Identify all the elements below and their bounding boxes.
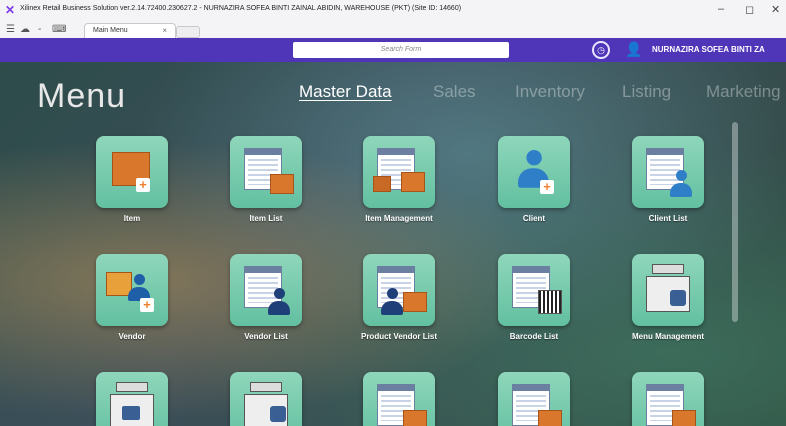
tile-client-list[interactable]: Client List xyxy=(628,136,708,223)
tile-item-list[interactable]: Item List xyxy=(226,136,306,223)
tab-marketing[interactable]: Marketing xyxy=(706,82,781,102)
tile-row3-3[interactable] xyxy=(359,372,439,426)
tab-master-data[interactable]: Master Data xyxy=(299,82,392,102)
window-title: Xilinex Retail Business Solution ver.2.1… xyxy=(20,5,462,12)
clock-icon[interactable]: ◷ xyxy=(592,41,610,59)
tab-row: ☰ ☁ - ⌨ Main Menu × xyxy=(0,22,786,39)
tile-label: Menu Management xyxy=(631,332,704,341)
item-list-box-icon xyxy=(632,372,704,426)
tile-row3-1[interactable] xyxy=(92,372,172,426)
vendor-list-icon xyxy=(230,254,302,326)
search-form-input[interactable]: Search Form xyxy=(293,42,509,58)
barcode-list-icon xyxy=(498,254,570,326)
tile-label: Product Vendor List xyxy=(360,332,437,341)
user-name[interactable]: NURNAZIRA SOFEA BINTI ZA xyxy=(652,45,765,54)
tile-row3-5[interactable] xyxy=(628,372,708,426)
tile-label: Item xyxy=(123,214,141,223)
tab-inventory[interactable]: Inventory xyxy=(515,82,585,102)
register-settings-icon xyxy=(230,372,302,426)
tab-label: Main Menu xyxy=(93,27,128,34)
tab-listing[interactable]: Listing xyxy=(622,82,671,102)
client-list-icon xyxy=(632,136,704,208)
tile-client[interactable]: + Client xyxy=(494,136,574,223)
tile-row3-2[interactable] xyxy=(226,372,306,426)
page-title: Menu xyxy=(37,77,127,115)
tab-sales[interactable]: Sales xyxy=(433,82,476,102)
user-avatar-icon[interactable]: 👤 xyxy=(625,41,642,58)
tile-label: Client xyxy=(522,214,546,223)
app-logo-icon: ✕ xyxy=(5,3,16,17)
close-button[interactable]: ✕ xyxy=(771,3,780,16)
hamburger-menu-icon[interactable]: ☰ xyxy=(6,24,15,35)
tab-main-menu[interactable]: Main Menu × xyxy=(84,23,176,39)
tab-close-icon[interactable]: × xyxy=(162,26,167,35)
tile-label: Vendor List xyxy=(244,332,288,341)
item-list-icon xyxy=(230,136,302,208)
tile-row3-4[interactable] xyxy=(494,372,574,426)
menu-register-icon xyxy=(632,254,704,326)
item-list-box-icon xyxy=(498,372,570,426)
product-vendor-list-icon xyxy=(363,254,435,326)
item-list-box-icon xyxy=(363,372,435,426)
tile-barcode-list[interactable]: Barcode List xyxy=(494,254,574,341)
cloud-icon[interactable]: ☁ xyxy=(20,24,30,35)
keyboard-icon[interactable]: ⌨ xyxy=(52,24,66,35)
window-titlebar: ✕ Xilinex Retail Business Solution ver.2… xyxy=(0,0,786,22)
tile-label: Item List xyxy=(249,214,283,223)
main-menu-panel: Menu Master Data Sales Inventory Listing… xyxy=(0,62,786,426)
minimize-button[interactable]: – xyxy=(718,3,724,15)
vendor-truck-icon: + xyxy=(96,254,168,326)
item-management-icon xyxy=(363,136,435,208)
tile-label: Barcode List xyxy=(509,332,559,341)
tile-menu-management[interactable]: Menu Management xyxy=(628,254,708,341)
tile-label: Vendor xyxy=(118,332,146,341)
client-add-icon: + xyxy=(498,136,570,208)
tile-item-management[interactable]: Item Management xyxy=(359,136,439,223)
tile-product-vendor-list[interactable]: Product Vendor List xyxy=(359,254,439,341)
maximize-button[interactable]: ◻ xyxy=(745,3,754,16)
tile-item[interactable]: + Item xyxy=(92,136,172,223)
minus-icon[interactable]: - xyxy=(38,24,41,35)
tile-label: Client List xyxy=(648,214,688,223)
tile-vendor[interactable]: + Vendor xyxy=(92,254,172,341)
new-tab-button[interactable] xyxy=(176,26,200,38)
tile-label: Item Management xyxy=(365,214,433,223)
item-box-plus-icon: + xyxy=(96,136,168,208)
tile-vendor-list[interactable]: Vendor List xyxy=(226,254,306,341)
register-sitemap-icon xyxy=(96,372,168,426)
